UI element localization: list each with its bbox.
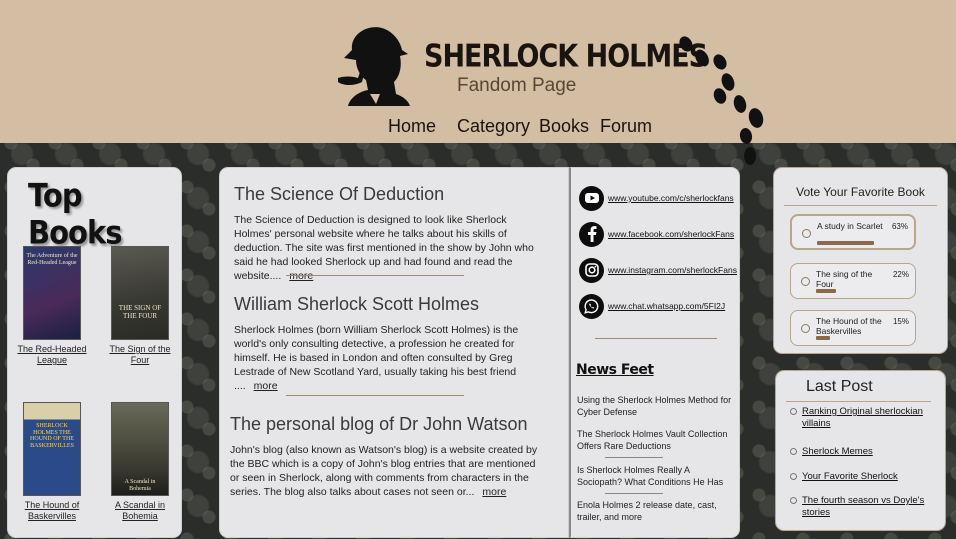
vote-panel: Vote Your Favorite Book A study in Scarl… xyxy=(773,167,948,354)
last-post-panel: Last Post Ranking Original sherlockian v… xyxy=(775,370,946,531)
footprints-icon xyxy=(679,36,764,165)
book-label: The Sign of the Four xyxy=(109,344,171,365)
book-label: A Scandal in Bohemia xyxy=(114,500,166,521)
last-post-item[interactable]: The fourth season vs Doyle's stories xyxy=(790,495,940,519)
vote-percent: 63% xyxy=(891,222,908,231)
vote-option-label: The Hound of the Baskervilles xyxy=(816,316,882,336)
youtube-icon xyxy=(579,185,604,211)
article-body: John's blog (also known as Watson's blog… xyxy=(230,444,538,498)
site-subtitle: Fandom Page xyxy=(457,75,577,96)
news-item[interactable]: Using the Sherlock Holmes Method for Cyb… xyxy=(577,394,737,418)
nav-forum[interactable]: Forum xyxy=(600,116,652,137)
social-facebook[interactable]: www.facebook.com/sherlockFans xyxy=(579,221,734,247)
last-post-link: Ranking Original sherlockian villains xyxy=(802,406,923,429)
vote-option-study-in-scarlet[interactable]: A study in Scarlet 63% xyxy=(790,214,916,250)
bullet-circle-icon xyxy=(790,473,797,480)
vote-percent: 22% xyxy=(892,270,909,279)
book-cover-image: A Scandal in Bohemia xyxy=(111,402,169,496)
instagram-icon xyxy=(579,257,604,283)
vote-option-sign-of-four[interactable]: The sing of the Four 22% xyxy=(790,263,916,299)
sherlock-silhouette-logo xyxy=(338,27,410,106)
social-news-panel: www.youtube.com/c/sherlockfans www.faceb… xyxy=(569,167,740,538)
last-post-title: Last Post xyxy=(806,378,873,395)
news-feed-title: News Feet xyxy=(576,362,654,378)
news-separator xyxy=(605,457,663,458)
article-watson-blog: The personal blog of Dr John Watson John… xyxy=(230,414,540,499)
vote-bar xyxy=(816,336,830,340)
site-title: SHERLOCK HOLMES xyxy=(424,38,708,75)
more-link[interactable]: more xyxy=(289,270,313,282)
last-post-item[interactable]: Sherlock Memes xyxy=(790,446,940,458)
news-item[interactable]: Is Sherlock Holmes Really A Sociopath? W… xyxy=(577,464,737,488)
social-link: www.facebook.com/sherlockFans xyxy=(608,229,735,239)
top-books-panel: Top Books The Adventure of the Red-Heade… xyxy=(7,167,182,538)
book-cover-image: THE SIGN OF THE FOUR xyxy=(111,246,169,340)
news-separator xyxy=(605,493,663,494)
vote-bar xyxy=(816,289,836,293)
book-hound-of-baskervilles[interactable]: SHERLOCK HOLMES THE HOUND OF THE BASKERV… xyxy=(16,402,88,522)
book-sign-of-four[interactable]: THE SIGN OF THE FOUR The Sign of the Fou… xyxy=(104,246,176,366)
site-header: SHERLOCK HOLMES Fandom Page Home Categor… xyxy=(0,0,956,143)
articles-panel: The Science Of Deduction The Science of … xyxy=(219,167,569,538)
book-red-headed-league[interactable]: The Adventure of the Red-Headed League T… xyxy=(16,246,88,366)
news-item[interactable]: Enola Holmes 2 release date, cast, trail… xyxy=(577,499,737,523)
social-whatsapp[interactable]: www.chat.whatsapp.com/5FI2J xyxy=(579,293,725,319)
bullet-circle-icon xyxy=(790,408,797,415)
article-science-of-deduction: The Science Of Deduction The Science of … xyxy=(234,184,544,283)
book-scandal-in-bohemia[interactable]: A Scandal in Bohemia A Scandal in Bohemi… xyxy=(104,402,176,522)
last-post-link: Your Favorite Sherlock xyxy=(802,471,898,482)
radio-button xyxy=(801,277,810,286)
last-post-link: The fourth season vs Doyle's stories xyxy=(802,495,925,518)
vote-option-label: A study in Scarlet xyxy=(817,221,883,231)
article-title[interactable]: The Science Of Deduction xyxy=(234,184,544,205)
article-title[interactable]: William Sherlock Scott Holmes xyxy=(234,294,544,315)
facebook-icon xyxy=(579,221,604,247)
bullet-circle-icon xyxy=(790,497,797,504)
article-body: Sherlock Holmes (born William Sherlock S… xyxy=(234,324,519,392)
vote-title: Vote Your Favorite Book xyxy=(796,185,925,199)
radio-button xyxy=(801,324,810,333)
nav-category[interactable]: Category xyxy=(457,116,530,137)
social-link: www.chat.whatsapp.com/5FI2J xyxy=(608,301,726,311)
last-post-link: Sherlock Memes xyxy=(802,446,873,457)
book-label: The Red-Headed League xyxy=(17,344,87,365)
more-link[interactable]: more xyxy=(482,486,506,498)
vote-percent: 15% xyxy=(892,317,909,326)
last-post-divider xyxy=(786,401,931,402)
article-title[interactable]: The personal blog of Dr John Watson xyxy=(230,414,540,435)
social-link: www.youtube.com/c/sherlockfans xyxy=(608,193,734,203)
social-instagram[interactable]: www.instagram.com/sherlockFans xyxy=(579,257,737,283)
vote-option-hound-of-baskervilles[interactable]: The Hound of the Baskervilles 15% xyxy=(790,310,916,346)
vote-option-label: The sing of the Four xyxy=(816,269,873,289)
nav-home[interactable]: Home xyxy=(388,116,436,137)
social-divider xyxy=(595,338,717,339)
whatsapp-icon xyxy=(579,293,604,319)
main-nav: Home Category Books Forum xyxy=(0,116,700,140)
nav-books[interactable]: Books xyxy=(539,116,589,137)
social-youtube[interactable]: www.youtube.com/c/sherlockfans xyxy=(579,185,734,211)
book-cover-image: The Adventure of the Red-Headed League xyxy=(23,246,81,340)
news-item[interactable]: The Sherlock Holmes Vault Collection Off… xyxy=(577,428,737,452)
last-post-item[interactable]: Ranking Original sherlockian villains xyxy=(790,406,940,430)
top-books-title: Top Books xyxy=(28,176,123,252)
article-divider xyxy=(286,275,464,276)
radio-button xyxy=(802,229,811,238)
more-link[interactable]: more xyxy=(254,380,278,392)
article-divider xyxy=(286,395,464,396)
book-cover-image: SHERLOCK HOLMES THE HOUND OF THE BASKERV… xyxy=(23,402,81,496)
vote-divider xyxy=(784,205,937,206)
article-william-sherlock: William Sherlock Scott Holmes Sherlock H… xyxy=(234,294,544,393)
article-body: The Science of Deduction is designed to … xyxy=(234,214,534,282)
book-label: The Hound of Baskervilles xyxy=(24,500,80,521)
social-link: www.instagram.com/sherlockFans xyxy=(608,265,737,275)
vote-bar xyxy=(817,241,874,245)
bullet-circle-icon xyxy=(790,448,797,455)
last-post-item[interactable]: Your Favorite Sherlock xyxy=(790,471,940,483)
